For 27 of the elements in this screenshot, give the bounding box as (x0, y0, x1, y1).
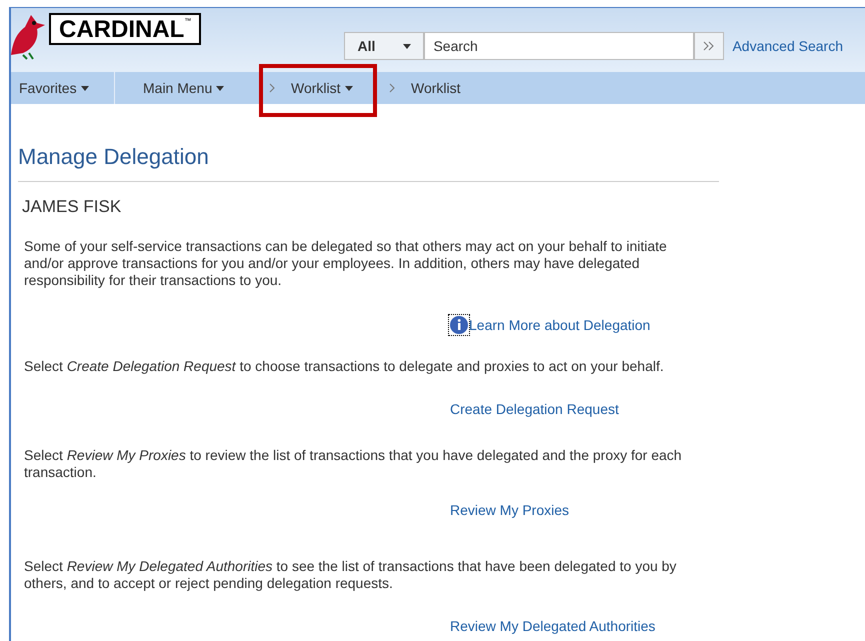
advanced-search-link[interactable]: Advanced Search (732, 36, 843, 56)
instruction-text: Select Review My Delegated Authorities to see the list of transactions that have been delegated to you by others, and to accept or reject pending delegation requests. (24, 558, 678, 592)
chevron-icon (389, 83, 395, 93)
nav-menu-button[interactable]: Main Menu (143, 78, 224, 98)
page-title: Manage Delegation (18, 140, 719, 182)
search-button[interactable] (694, 32, 724, 60)
caret-icon (216, 86, 224, 90)
nav-menu-button[interactable]: Worklist (291, 78, 353, 98)
search-field[interactable]: Search (424, 32, 694, 60)
learn-more-link[interactable]: Learn More about Delegation (469, 314, 650, 336)
user-name: JAMES FISK (22, 196, 122, 218)
instruction-text: Select Create Delegation Request to choose transactions to delegate and proxies to act on your behalf. (24, 358, 665, 374)
logo-text: CARDINAL (59, 15, 184, 45)
caret-icon (344, 86, 353, 90)
action-link[interactable]: Review My Delegated Authorities (450, 616, 656, 636)
chevron-icon (269, 83, 275, 93)
nav-menu-button[interactable]: Favorites (19, 78, 89, 98)
caret-icon (80, 86, 89, 90)
instruction-text: Select Review My Proxies to review the list of transactions that you have delegated and the proxy for each transaction. (24, 446, 683, 480)
caret-icon (403, 44, 412, 48)
double-chevron-icon (703, 41, 716, 51)
info-icon (449, 315, 469, 335)
action-link[interactable]: Review My Proxies (450, 500, 570, 520)
action-link[interactable]: Create Delegation Request (450, 398, 619, 420)
breadcrumb-link[interactable]: Worklist (411, 78, 461, 98)
search-scope-dropdown[interactable]: All (344, 32, 424, 60)
intro-paragraph: Some of your self-service transactions can be delegated so that others may act on your behalf to initiate and/or approve transactions for you and/or your employees. In addition, others may have delegated responsibility for their transactions to you. (24, 238, 668, 288)
